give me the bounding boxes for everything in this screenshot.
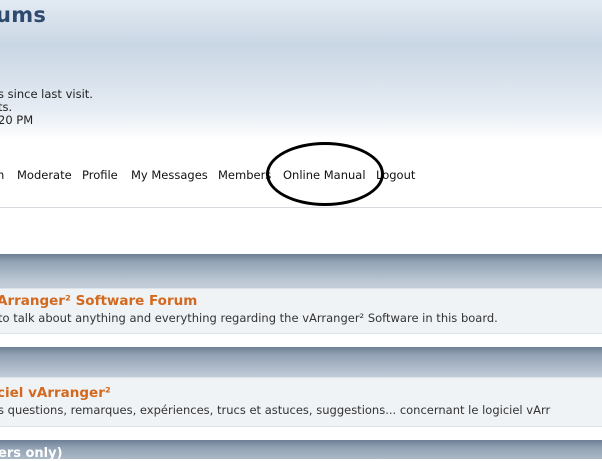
category-bar <box>0 254 602 288</box>
category-bar: ers only) <box>0 440 602 461</box>
highlight-circle-annotation <box>266 142 384 206</box>
nav-item-members[interactable]: Members <box>218 168 271 182</box>
forum-description: to talk about anything and everything re… <box>0 311 498 325</box>
posts-info-text: ts. <box>0 100 13 114</box>
forum-title-link[interactable]: Arranger² Software Forum <box>0 293 197 309</box>
site-title: ums <box>0 3 47 27</box>
forum-title-link[interactable]: ciel vArranger² <box>0 385 111 401</box>
forum-row: ciel vArranger² s questions, remarques, … <box>0 377 602 427</box>
forum-description: s questions, remarques, expériences, tru… <box>0 403 551 417</box>
nav-item-search[interactable]: n <box>0 168 4 182</box>
nav-item-my-messages[interactable]: My Messages <box>131 168 208 182</box>
category-bar <box>0 347 602 377</box>
last-visit-text: s since last visit. <box>0 87 93 101</box>
current-time-text: 20 PM <box>0 113 34 127</box>
nav-item-profile[interactable]: Profile <box>82 168 118 182</box>
forum-row: Arranger² Software Forum to talk about a… <box>0 288 602 334</box>
nav-item-moderate[interactable]: Moderate <box>17 168 72 182</box>
